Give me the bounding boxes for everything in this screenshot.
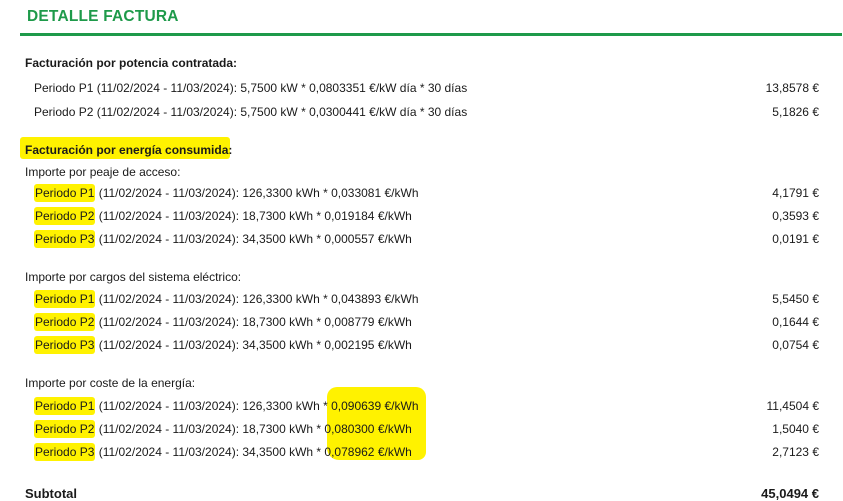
- invoice-row: Periodo P3 (11/02/2024 - 11/03/2024): 34…: [34, 335, 819, 355]
- row-detail: (11/02/2024 - 11/03/2024): 126,3300 kWh …: [98, 399, 419, 413]
- period-label: Periodo P3: [34, 230, 96, 248]
- invoice-row: Periodo P1 (11/02/2024 - 11/03/2024): 12…: [34, 289, 819, 309]
- group-title-cargos: Importe por cargos del sistema eléctrico…: [25, 270, 242, 284]
- header-rule: [20, 33, 842, 36]
- group-title-coste: Importe por coste de la energía:: [25, 376, 196, 390]
- period-label: Periodo P1: [34, 290, 96, 308]
- row-amount: 4,1791 €: [772, 186, 819, 200]
- period-label: Periodo P2: [34, 313, 96, 331]
- row-detail: (11/02/2024 - 11/03/2024): 126,3300 kWh …: [98, 186, 419, 200]
- row-amount: 11,4504 €: [766, 399, 820, 413]
- row-amount: 5,5450 €: [772, 292, 819, 306]
- invoice-row: Periodo P3 (11/02/2024 - 11/03/2024): 34…: [34, 442, 819, 462]
- invoice-row: Periodo P2 (11/02/2024 - 11/03/2024): 5,…: [34, 102, 819, 122]
- row-detail: (11/02/2024 - 11/03/2024): 18,7300 kWh *…: [98, 315, 412, 329]
- row-detail: (11/02/2024 - 11/03/2024): 18,7300 kWh *…: [98, 422, 412, 436]
- subtotal-label: Subtotal: [25, 486, 77, 501]
- invoice-row: Periodo P1 (11/02/2024 - 11/03/2024): 12…: [34, 183, 819, 203]
- row-amount: 13,8578 €: [765, 81, 819, 95]
- row-amount: 0,3593 €: [772, 209, 819, 223]
- period-label: Periodo P3: [34, 443, 96, 461]
- row-amount: 2,7123 €: [772, 445, 819, 459]
- row-detail: (11/02/2024 - 11/03/2024): 5,7500 kW * 0…: [96, 105, 468, 119]
- invoice-row: Periodo P1 (11/02/2024 - 11/03/2024): 5,…: [34, 78, 819, 98]
- row-amount: 0,0754 €: [772, 338, 819, 352]
- row-detail: (11/02/2024 - 11/03/2024): 18,7300 kWh *…: [98, 209, 412, 223]
- period-label: Periodo P1: [34, 81, 94, 95]
- invoice-row: Periodo P2 (11/02/2024 - 11/03/2024): 18…: [34, 419, 819, 439]
- row-amount: 0,1644 €: [772, 315, 819, 329]
- period-label: Periodo P2: [34, 420, 96, 438]
- page-title: DETALLE FACTURA: [27, 8, 179, 25]
- period-label: Periodo P3: [34, 336, 96, 354]
- row-amount: 5,1826 €: [772, 105, 819, 119]
- row-amount: 0,0191 €: [772, 232, 819, 246]
- period-label: Periodo P2: [34, 105, 94, 119]
- row-detail: (11/02/2024 - 11/03/2024): 34,3500 kWh *…: [98, 232, 412, 246]
- group-title-peaje: Importe por peaje de acceso:: [25, 165, 181, 179]
- row-amount: 1,5040 €: [772, 422, 819, 436]
- subtotal-amount: 45,0494 €: [761, 486, 819, 501]
- period-label: Periodo P1: [34, 184, 96, 202]
- period-label: Periodo P2: [34, 207, 96, 225]
- row-detail: (11/02/2024 - 11/03/2024): 126,3300 kWh …: [98, 292, 419, 306]
- invoice-row: Periodo P2 (11/02/2024 - 11/03/2024): 18…: [34, 312, 819, 332]
- period-label: Periodo P1: [34, 397, 96, 415]
- section-title-energia: Facturación por energía consumida:: [25, 143, 233, 157]
- section-title-potencia: Facturación por potencia contratada:: [25, 56, 238, 70]
- invoice-row: Periodo P1 (11/02/2024 - 11/03/2024): 12…: [34, 396, 819, 416]
- row-detail: (11/02/2024 - 11/03/2024): 34,3500 kWh *…: [98, 338, 412, 352]
- invoice-row: Periodo P2 (11/02/2024 - 11/03/2024): 18…: [34, 206, 819, 226]
- row-detail: (11/02/2024 - 11/03/2024): 34,3500 kWh *…: [98, 445, 412, 459]
- row-detail: (11/02/2024 - 11/03/2024): 5,7500 kW * 0…: [96, 81, 468, 95]
- invoice-row: Periodo P3 (11/02/2024 - 11/03/2024): 34…: [34, 229, 819, 249]
